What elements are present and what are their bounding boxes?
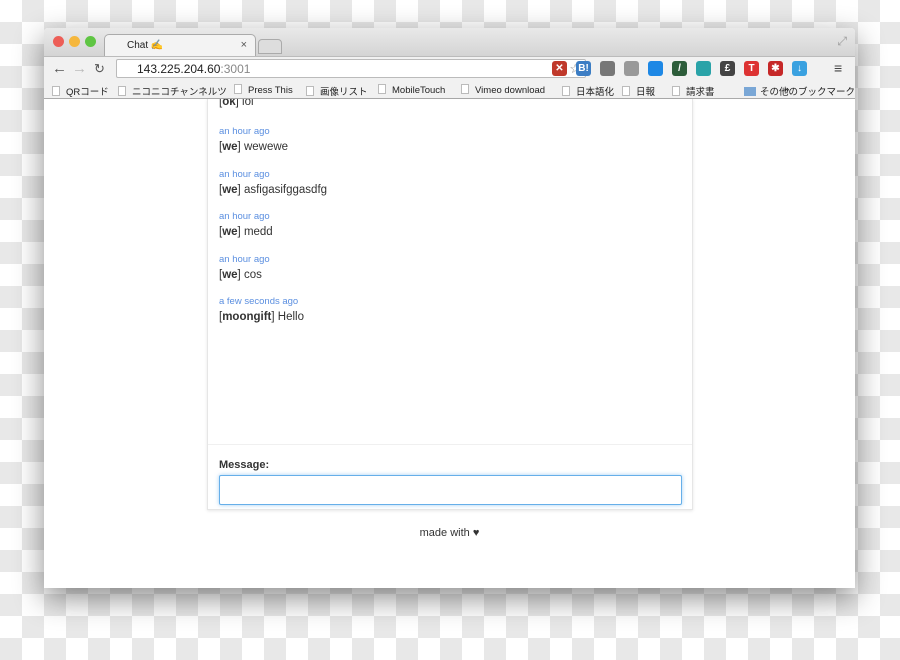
bookmark-label: 日報 bbox=[636, 87, 656, 98]
footer: made with ♥ bbox=[419, 527, 480, 539]
todo-icon[interactable]: T bbox=[744, 61, 759, 76]
page-icon bbox=[562, 86, 570, 96]
tab-chat[interactable]: Chat ✍ × bbox=[104, 34, 256, 56]
message-form: Message: bbox=[208, 444, 692, 509]
download-icon[interactable]: ↓ bbox=[792, 61, 807, 76]
browser-window: Chat ✍ × ⤢ ← → ↻ 143.225.204.60:3001 ☆ ✕ B… bbox=[44, 28, 855, 588]
chat-message: an hour ago [we] medd bbox=[219, 210, 692, 253]
message-user: we bbox=[222, 226, 238, 238]
toolbar: ← → ↻ 143.225.204.60:3001 ☆ ✕ B! / £ T ✱ ↓ ≡ bbox=[44, 56, 855, 80]
menu-icon[interactable]: ≡ bbox=[834, 60, 842, 76]
message-body: Hello bbox=[277, 311, 304, 323]
tab-icon[interactable] bbox=[624, 61, 639, 76]
zoom-window-button[interactable] bbox=[85, 36, 96, 47]
tab-title: Chat ✍ bbox=[127, 40, 164, 51]
message-text: [ok] lol bbox=[219, 99, 692, 110]
page-icon bbox=[306, 86, 314, 96]
other-bookmarks-label: その他のブックマーク bbox=[760, 87, 855, 98]
title-bar: Chat ✍ × ⤢ bbox=[44, 28, 855, 56]
asterisk-icon[interactable]: ✱ bbox=[768, 61, 783, 76]
bookmark-item[interactable]: ニコニコチャンネルツ bbox=[118, 84, 227, 98]
wave-icon[interactable] bbox=[696, 61, 711, 76]
message-text: [we] cos bbox=[219, 268, 262, 281]
minimize-window-button[interactable] bbox=[69, 36, 80, 47]
page-icon bbox=[672, 86, 680, 96]
chat-panel: [ok] lol an hour ago [we] wewewe an hour ag… bbox=[207, 99, 693, 510]
globe-icon[interactable] bbox=[648, 61, 663, 76]
message-body: cos bbox=[243, 268, 262, 281]
message-text: [moongift] Hello bbox=[219, 311, 304, 323]
chat-message: an hour ago [we] asfigasifggasdfg bbox=[219, 168, 692, 211]
bookmark-label: QRコード bbox=[66, 87, 109, 98]
url-host: 143.225.204.60 bbox=[137, 62, 221, 76]
new-tab-button[interactable] bbox=[258, 39, 282, 54]
bookmark-item[interactable]: 日本語化 bbox=[562, 84, 614, 98]
message-time: an hour ago bbox=[219, 253, 270, 265]
message-user: we bbox=[222, 183, 238, 196]
message-body: medd bbox=[243, 226, 273, 238]
message-body: wewewe bbox=[243, 141, 289, 153]
fullscreen-icon[interactable]: ⤢ bbox=[837, 34, 847, 49]
message-time: an hour ago bbox=[219, 168, 270, 180]
message-user: we bbox=[222, 141, 238, 153]
tab-close-icon[interactable]: × bbox=[241, 39, 247, 51]
evernote-icon[interactable] bbox=[600, 61, 615, 76]
message-label: Message: bbox=[219, 459, 270, 471]
message-text: [we] asfigasifggasdfg bbox=[219, 183, 328, 196]
message-user: moongift bbox=[222, 311, 272, 323]
address-bar[interactable]: 143.225.204.60:3001 ☆ bbox=[116, 59, 586, 78]
bookmark-label: 請求書 bbox=[686, 87, 715, 98]
bookmark-label: Press This bbox=[248, 85, 293, 96]
hatena-bookmark-icon[interactable]: B! bbox=[576, 61, 591, 76]
message-user: we bbox=[222, 268, 238, 281]
message-body: asfigasifggasdfg bbox=[243, 183, 328, 196]
message-time: a few seconds ago bbox=[219, 296, 299, 307]
message-time: an hour ago bbox=[219, 211, 270, 222]
message-time: an hour ago bbox=[219, 126, 270, 137]
message-list[interactable]: [ok] lol an hour ago [we] wewewe an hour ag… bbox=[219, 99, 692, 444]
message-input[interactable] bbox=[219, 475, 682, 505]
message-user: ok bbox=[222, 99, 236, 108]
bookmark-item[interactable]: MobileTouch bbox=[378, 84, 445, 96]
bookmark-item[interactable]: Press This bbox=[234, 84, 293, 96]
adblock-icon[interactable]: ✕ bbox=[552, 61, 567, 76]
reload-icon[interactable]: ↻ bbox=[94, 61, 105, 77]
close-window-button[interactable] bbox=[53, 36, 64, 47]
bookmark-label: MobileTouch bbox=[392, 85, 446, 96]
bookmark-item[interactable]: QRコード bbox=[52, 84, 109, 98]
bookmark-label: 日本語化 bbox=[576, 87, 615, 98]
page-icon bbox=[52, 86, 60, 96]
page-icon bbox=[378, 84, 386, 94]
chat-message: an hour ago [we] wewewe bbox=[219, 125, 692, 168]
bookmark-item[interactable]: 画像リスト bbox=[306, 84, 368, 98]
page-icon bbox=[234, 84, 242, 94]
bookmarks-bar: » その他のブックマーク QRコード ニコニコチャンネルツ Press This 画像… bbox=[44, 80, 855, 99]
chat-message: [ok] lol bbox=[219, 99, 692, 125]
bookmark-label: Vimeo download bbox=[475, 85, 546, 96]
message-body: lol bbox=[242, 99, 254, 108]
page-icon bbox=[118, 86, 126, 96]
bookmark-label: ニコニコチャンネルツ bbox=[132, 87, 227, 98]
page-icon bbox=[461, 84, 469, 94]
forward-icon[interactable]: → bbox=[72, 60, 87, 77]
message-text: [we] wewewe bbox=[219, 141, 289, 153]
page-icon bbox=[622, 86, 630, 96]
other-bookmarks[interactable]: その他のブックマーク bbox=[744, 84, 855, 98]
page-content: [ok] lol an hour ago [we] wewewe an hour ag… bbox=[44, 99, 855, 588]
bookmark-item[interactable]: Vimeo download bbox=[461, 84, 545, 96]
bookmark-item[interactable]: 日報 bbox=[622, 84, 655, 98]
eyedropper-icon[interactable]: / bbox=[672, 61, 687, 76]
bookmark-label: 画像リスト bbox=[320, 87, 368, 98]
pound-icon[interactable]: £ bbox=[720, 61, 735, 76]
chat-message: an hour ago [we] cos bbox=[219, 253, 692, 296]
back-icon[interactable]: ← bbox=[52, 60, 67, 77]
url-port: :3001 bbox=[220, 62, 251, 76]
chat-message: a few seconds ago [moongift] Hello bbox=[219, 295, 692, 338]
bookmark-item[interactable]: 請求書 bbox=[672, 84, 715, 98]
folder-icon bbox=[744, 87, 756, 96]
message-text: [we] medd bbox=[219, 226, 273, 238]
